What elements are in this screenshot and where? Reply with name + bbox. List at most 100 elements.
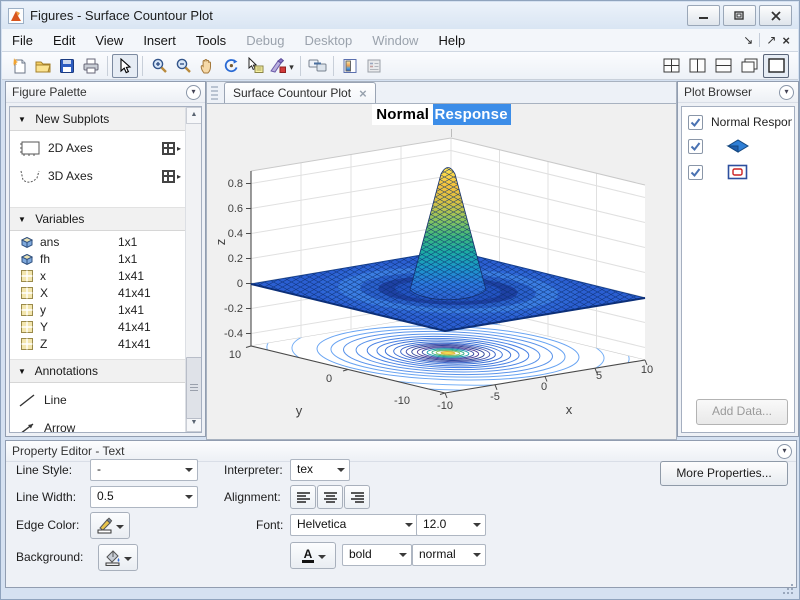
more-properties-button[interactable]: More Properties... xyxy=(660,461,788,486)
zoom-in-button[interactable] xyxy=(147,55,171,77)
insert-colorbar-button[interactable] xyxy=(338,55,362,77)
font-angle-select[interactable]: normal xyxy=(412,544,486,566)
menu-help[interactable]: Help xyxy=(428,33,475,48)
menu-view[interactable]: View xyxy=(85,33,133,48)
figure-palette-menu-button[interactable]: ▾ xyxy=(186,85,201,100)
figure-toolbar: ▾ xyxy=(2,52,798,80)
2d-axes-grid-button[interactable]: ▸ xyxy=(162,142,185,155)
contour-checkbox[interactable] xyxy=(688,165,703,180)
toolbar-separator xyxy=(300,56,301,76)
font-size-select[interactable]: 12.0 xyxy=(416,514,486,536)
font-family-select[interactable]: Helvetica xyxy=(290,514,418,536)
line-style-select[interactable]: - xyxy=(90,459,198,481)
variable-row-Y[interactable]: Y 41x41 xyxy=(10,318,185,335)
align-right-button[interactable] xyxy=(344,485,370,509)
axes-checkbox[interactable] xyxy=(688,115,703,130)
print-figure-button[interactable] xyxy=(79,55,103,77)
menu-file[interactable]: File xyxy=(2,33,43,48)
thumb-grip xyxy=(190,384,198,385)
font-angle-value: normal xyxy=(419,547,456,561)
zoom-out-button[interactable] xyxy=(171,55,195,77)
close-button[interactable] xyxy=(759,5,792,26)
chevron-down-icon xyxy=(318,555,326,563)
tab-bar: Surface Countour Plot × xyxy=(207,82,676,104)
rotate-3d-button[interactable] xyxy=(219,55,243,77)
figure-canvas[interactable]: Normal Response xyxy=(207,104,676,439)
plot-title-text[interactable]: Normal xyxy=(372,104,433,125)
variable-row-Z[interactable]: Z 41x41 xyxy=(10,335,185,352)
minimize-button[interactable] xyxy=(687,5,720,26)
open-file-button[interactable] xyxy=(31,55,55,77)
menu-insert[interactable]: Insert xyxy=(133,33,186,48)
plot-browser-menu-button[interactable]: ▾ xyxy=(779,85,794,100)
line-width-combo[interactable]: 0.5 xyxy=(90,486,198,508)
insert-legend-button[interactable] xyxy=(362,55,386,77)
dock-icon[interactable]: ↘ xyxy=(743,33,753,47)
interpreter-select[interactable]: tex xyxy=(290,459,350,481)
palette-scrollbar[interactable]: ▲ ▼ xyxy=(185,107,201,432)
align-center-button[interactable] xyxy=(317,485,343,509)
undock-icon[interactable]: ↗ xyxy=(766,33,776,47)
background-color-button[interactable] xyxy=(98,544,138,571)
plot-title[interactable]: Normal Response xyxy=(207,106,676,123)
section-annotations[interactable]: ▼ Annotations xyxy=(10,359,185,383)
close-panel-icon[interactable]: × xyxy=(782,33,790,48)
palette-item-3d-axes[interactable]: 3D Axes ▸ xyxy=(10,163,185,189)
add-data-button[interactable]: Add Data... xyxy=(696,399,788,425)
menu-edit[interactable]: Edit xyxy=(43,33,85,48)
x-tick: 5 xyxy=(596,370,602,382)
align-center-icon xyxy=(323,491,338,504)
section-new-subplots[interactable]: ▼ New Subplots xyxy=(10,107,185,131)
layout-cascade-button[interactable] xyxy=(737,55,761,77)
layout-tile-grid-button[interactable] xyxy=(659,55,683,77)
font-color-button[interactable]: A xyxy=(290,542,336,569)
variable-row-ans[interactable]: ans 1x1 xyxy=(10,233,185,250)
annotation-item-line[interactable]: Line xyxy=(10,387,185,413)
surface-checkbox[interactable] xyxy=(688,139,703,154)
link-plot-button[interactable] xyxy=(305,55,329,77)
property-editor-menu-button[interactable]: ▾ xyxy=(777,444,792,459)
section-variables[interactable]: ▼ Variables xyxy=(10,207,185,231)
brush-data-button[interactable] xyxy=(267,55,287,77)
restore-button[interactable] xyxy=(723,5,756,26)
plot-title-selected-text[interactable]: Response xyxy=(433,104,510,125)
chevron-down-icon xyxy=(473,553,481,561)
save-figure-button[interactable] xyxy=(55,55,79,77)
layout-split-horizontal-button[interactable] xyxy=(711,55,735,77)
new-figure-button[interactable] xyxy=(7,55,31,77)
variable-row-fh[interactable]: fh 1x1 xyxy=(10,250,185,267)
browser-item-contour[interactable] xyxy=(688,163,749,181)
scroll-up-button[interactable]: ▲ xyxy=(186,107,202,124)
open-folder-icon xyxy=(34,58,52,74)
brush-dropdown-arrow[interactable]: ▾ xyxy=(287,59,296,73)
edge-color-button[interactable] xyxy=(90,512,130,539)
scrollbar-thumb[interactable] xyxy=(186,357,202,419)
splitter-grip[interactable] xyxy=(211,86,218,101)
variable-name: x xyxy=(40,269,46,283)
pan-button[interactable] xyxy=(195,55,219,77)
browser-item-surface[interactable] xyxy=(688,137,751,155)
font-weight-select[interactable]: bold xyxy=(342,544,412,566)
window-title: Figures - Surface Countour Plot xyxy=(30,8,213,23)
variable-size: 41x41 xyxy=(118,337,151,351)
variable-row-y[interactable]: y 1x41 xyxy=(10,301,185,318)
data-cursor-button[interactable] xyxy=(243,55,267,77)
y-tick: -10 xyxy=(394,395,410,407)
tab-close-icon[interactable]: × xyxy=(359,84,367,103)
browser-item-axes[interactable]: Normal Respons xyxy=(688,113,792,131)
tab-surface-contour-plot[interactable]: Surface Countour Plot × xyxy=(224,82,376,103)
3d-axes-grid-button[interactable]: ▸ xyxy=(162,170,185,183)
layout-split-vertical-button[interactable] xyxy=(685,55,709,77)
collapse-triangle-icon: ▼ xyxy=(18,367,26,376)
variable-row-x[interactable]: x 1x41 xyxy=(10,267,185,284)
edit-plot-button[interactable] xyxy=(112,54,138,78)
surface-object-icon xyxy=(725,138,751,154)
variable-row-X[interactable]: X 41x41 xyxy=(10,284,185,301)
align-left-button[interactable] xyxy=(290,485,316,509)
layout-single-button[interactable] xyxy=(763,54,789,78)
surface-contour-plot[interactable]: 0.8 0.6 0.4 0.2 0 -0.2 -0.4 10 0 -10 -10… xyxy=(215,132,670,432)
resize-grip[interactable] xyxy=(783,584,794,595)
menu-tools[interactable]: Tools xyxy=(186,33,236,48)
palette-item-2d-axes[interactable]: 2D Axes ▸ xyxy=(10,135,185,161)
annotation-item-arrow[interactable]: Arrow xyxy=(10,415,185,433)
